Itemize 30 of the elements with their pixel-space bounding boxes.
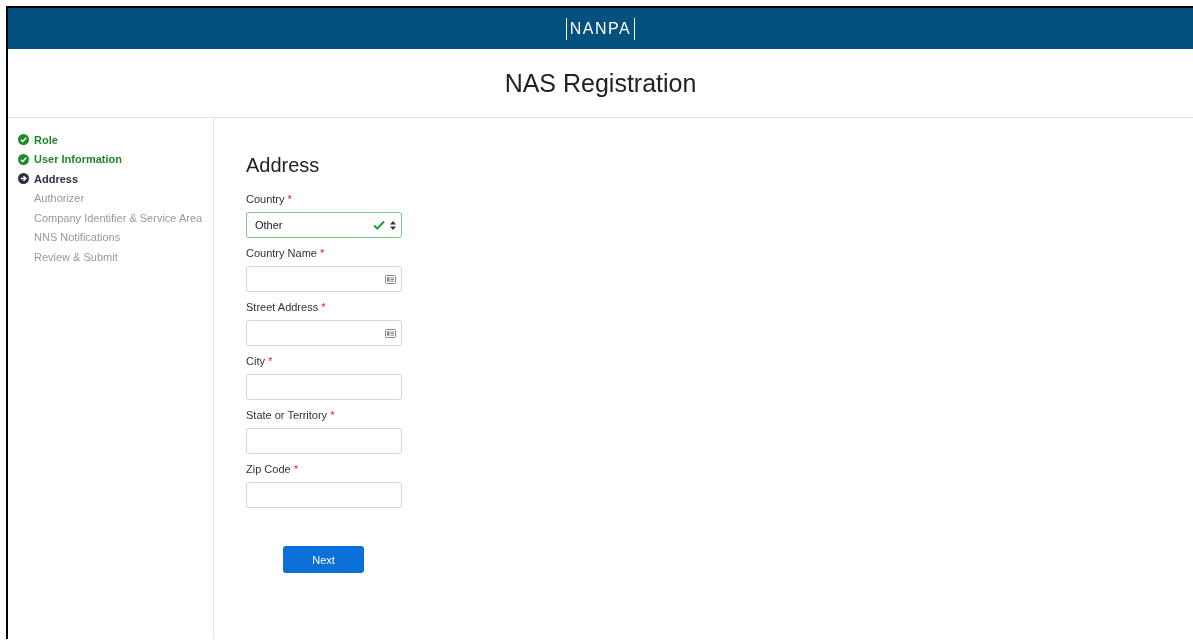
field-label: Zip Code * bbox=[246, 463, 299, 475]
input-field[interactable] bbox=[246, 482, 402, 508]
country-select[interactable]: Other bbox=[246, 212, 402, 238]
field-label: Country Name * bbox=[246, 247, 326, 259]
check-icon bbox=[373, 220, 385, 230]
field-label: Country * bbox=[246, 193, 293, 205]
input-field[interactable] bbox=[246, 374, 402, 400]
contact-card-icon bbox=[385, 328, 396, 338]
arrow-circle-icon bbox=[18, 173, 29, 185]
step-item[interactable]: Review & Submit bbox=[18, 247, 213, 267]
next-button[interactable]: Next bbox=[283, 546, 364, 573]
sort-icon bbox=[390, 220, 396, 230]
check-circle-icon bbox=[18, 153, 29, 165]
input-field[interactable] bbox=[246, 266, 402, 292]
input-field[interactable] bbox=[246, 428, 402, 454]
logo: NANPA bbox=[565, 17, 636, 40]
step-item[interactable]: Company Identifier & Service Area bbox=[18, 208, 213, 228]
page-title: NAS Registration bbox=[504, 68, 697, 98]
step-item[interactable]: Role bbox=[18, 130, 213, 150]
step-item[interactable]: NNS Notifications bbox=[18, 227, 213, 247]
step-item[interactable]: Authorizer bbox=[18, 188, 213, 208]
field-label: State or Territory * bbox=[246, 409, 336, 421]
step-item[interactable]: User Information bbox=[18, 149, 213, 169]
contact-card-icon bbox=[385, 274, 396, 284]
input-field[interactable] bbox=[246, 320, 402, 346]
section-title: Address bbox=[246, 154, 321, 177]
step-item[interactable]: Address bbox=[18, 169, 213, 189]
field-label: City * bbox=[246, 355, 274, 367]
check-circle-icon bbox=[18, 134, 29, 146]
field-label: Street Address * bbox=[246, 301, 327, 313]
